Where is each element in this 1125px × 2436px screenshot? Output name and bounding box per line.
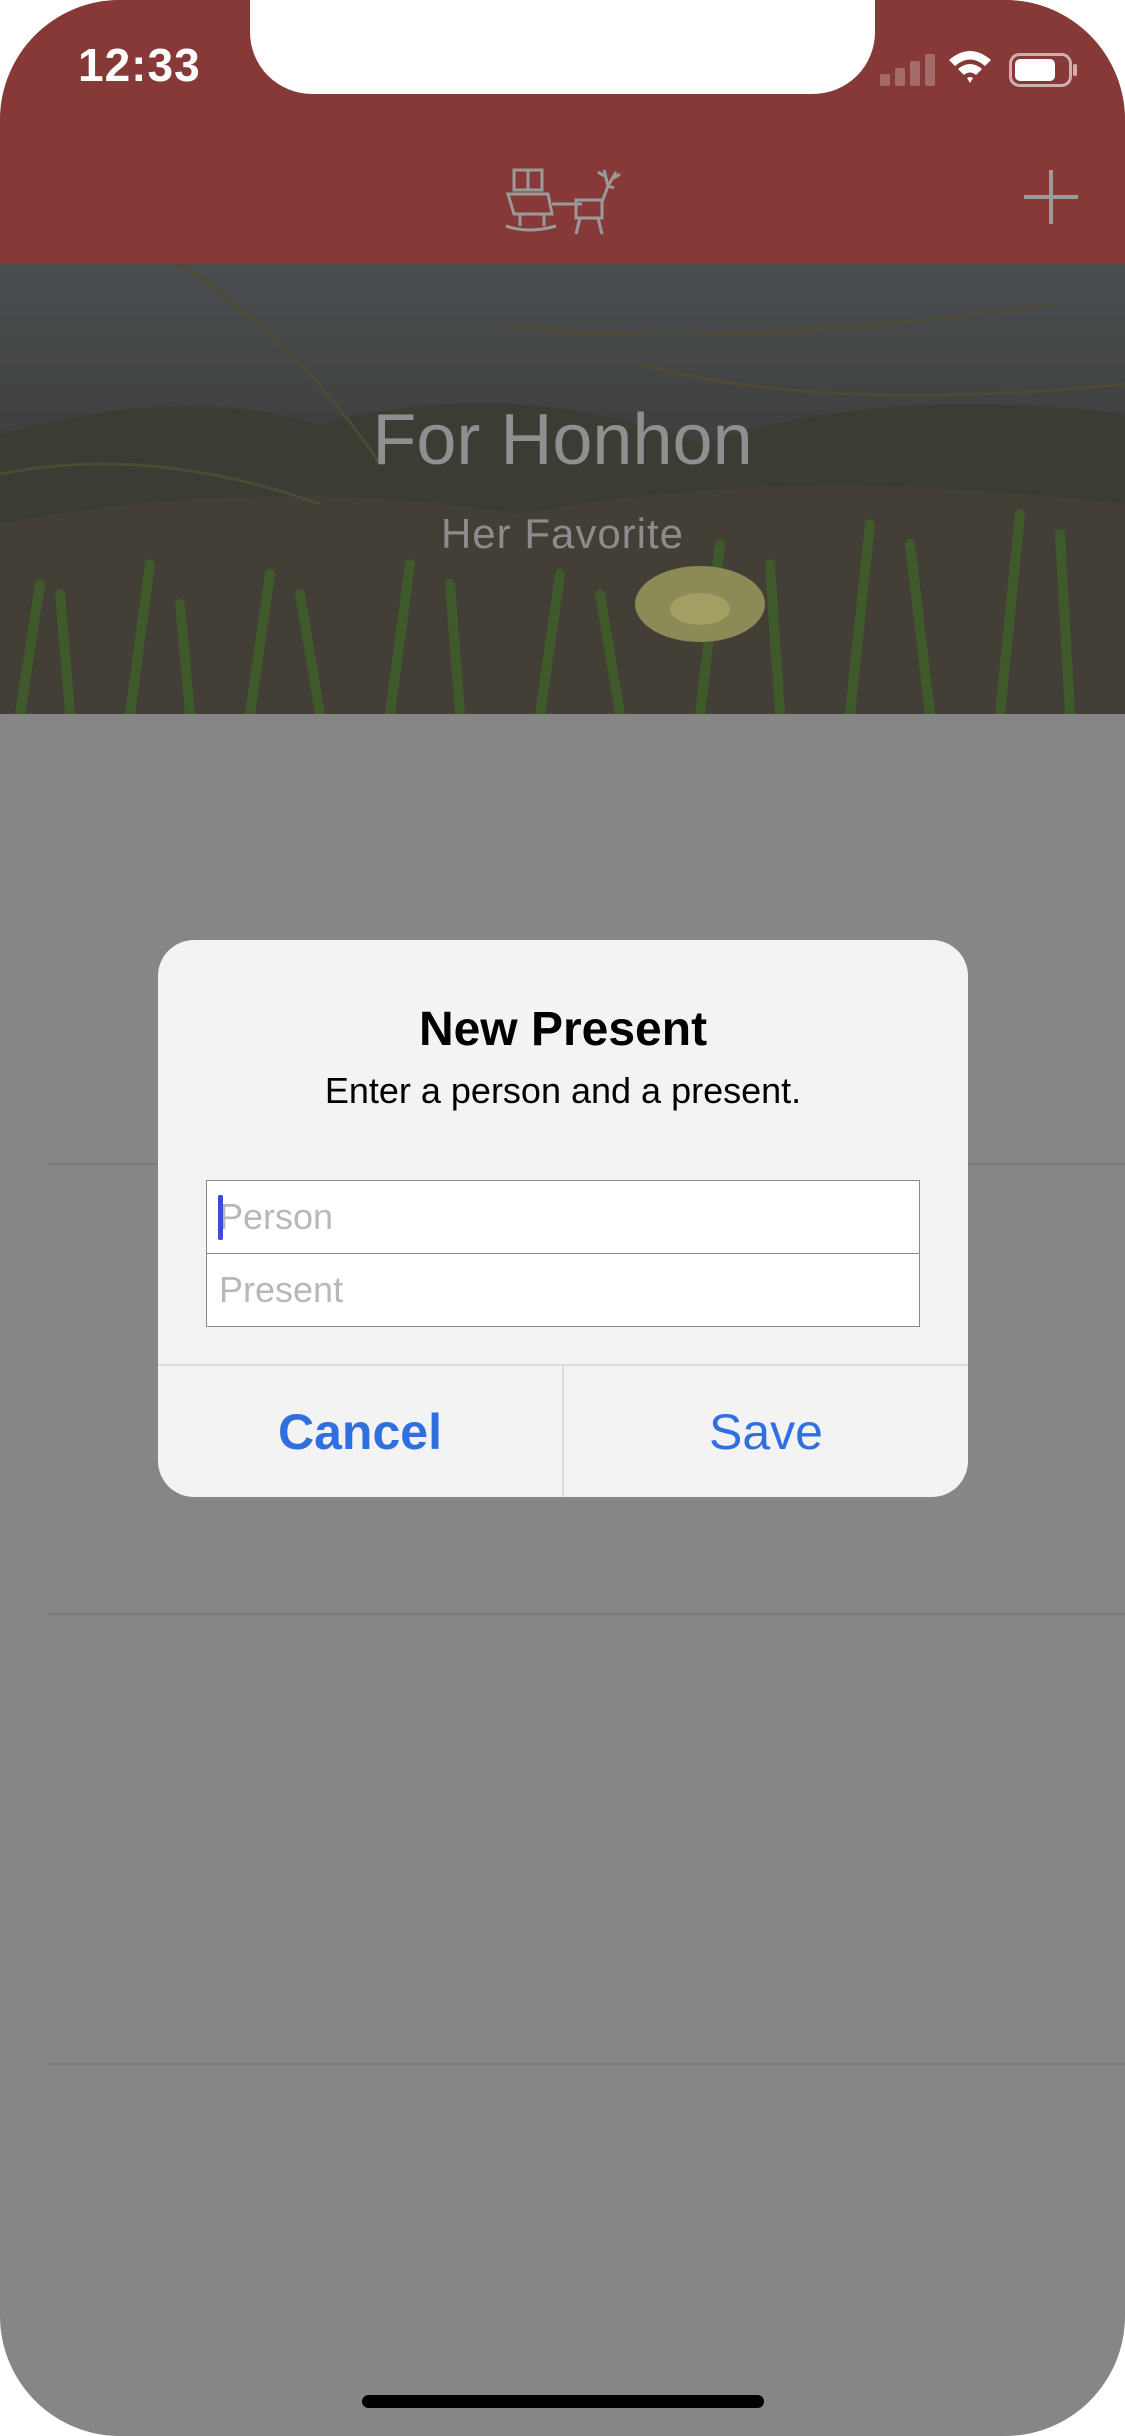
- alert-message: Enter a person and a present.: [324, 1070, 802, 1111]
- add-present-button[interactable]: [1020, 166, 1082, 228]
- text-cursor: [218, 1195, 223, 1240]
- new-present-alert: New Present Enter a person and a present…: [158, 940, 968, 1497]
- hero-subtitle: Her Favorite: [440, 510, 685, 557]
- hero-background-illustration: [0, 264, 1125, 714]
- status-time: 12:33: [78, 39, 201, 91]
- home-indicator[interactable]: [362, 2395, 764, 2408]
- hero-image: For Honhon Her Favorite: [0, 264, 1125, 714]
- person-input[interactable]: [206, 1180, 920, 1254]
- navigation-header: 12:33: [0, 0, 1125, 264]
- cellular-signal-icon: [880, 52, 936, 86]
- list-row-separator: [48, 1613, 1125, 1615]
- phone-screen: 12:33 For Honhon Her Favorite New Presen…: [0, 0, 1125, 2436]
- battery-icon: [1009, 53, 1077, 87]
- list-row-separator: [48, 2063, 1125, 2065]
- device-notch: [250, 0, 875, 94]
- save-button[interactable]: Save: [564, 1366, 968, 1497]
- present-input[interactable]: [206, 1253, 920, 1327]
- alert-title: New Present: [418, 1003, 708, 1056]
- hero-title: For Honhon: [372, 400, 753, 480]
- cancel-button[interactable]: Cancel: [158, 1366, 562, 1497]
- wifi-icon: [949, 51, 991, 83]
- sleigh-reindeer-logo-icon: [505, 168, 621, 235]
